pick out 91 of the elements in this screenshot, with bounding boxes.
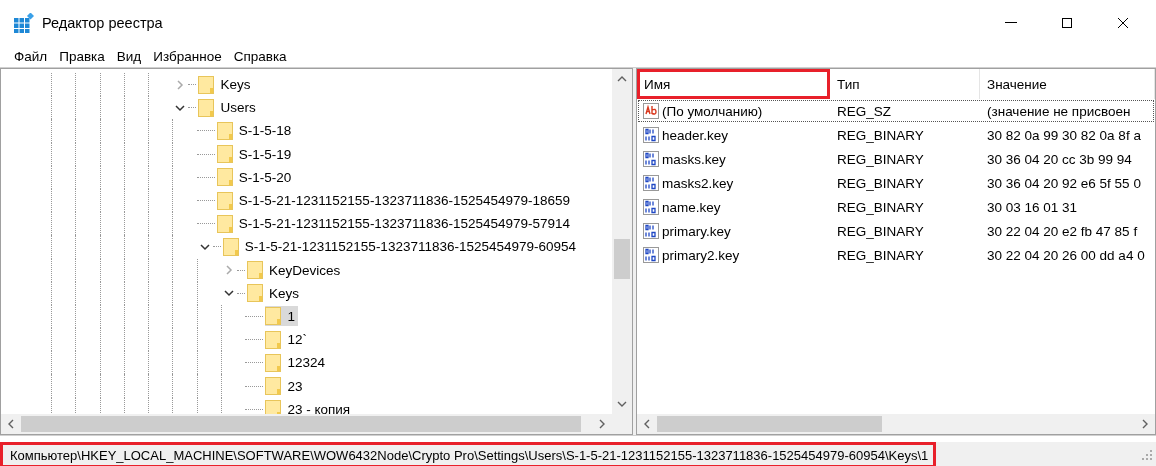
value-row[interactable]: (По умолчанию) REG_SZ (значение не присвоен [637, 99, 1155, 123]
folder-icon [265, 307, 282, 326]
value-type: REG_BINARY [836, 199, 925, 215]
value-name: primary.key [662, 223, 731, 239]
value-name: primary2.key [662, 247, 740, 263]
value-row[interactable]: masks.key REG_BINARY 30 36 04 20 cc 3b 99 94 [637, 147, 1155, 171]
value-data: 30 36 04 20 92 e6 5f 55 0 [986, 175, 1142, 191]
menu-item[interactable]: Правка [53, 48, 111, 64]
value-type: REG_BINARY [836, 151, 925, 167]
value-type: REG_BINARY [836, 175, 925, 191]
tree-item[interactable]: 12324 [265, 352, 328, 373]
tree-item[interactable]: S-1-5-18 [216, 120, 295, 141]
value-type: REG_SZ [836, 103, 892, 119]
arrow-left-icon [6, 419, 16, 429]
value-row[interactable]: header.key REG_BINARY 30 82 0a 99 30 82 0a 8f a [637, 123, 1155, 147]
value-type: REG_BINARY [836, 247, 925, 263]
value-type: REG_BINARY [836, 223, 925, 239]
tree-item[interactable]: S-1-5-20 [216, 167, 295, 188]
scroll-thumb[interactable] [21, 416, 581, 432]
value-data: (значение не присвоен [986, 103, 1132, 119]
binary-value-icon [643, 199, 659, 215]
tree-item[interactable]: 1 [265, 306, 298, 327]
horizontal-scrollbar[interactable] [637, 414, 1155, 434]
binary-value-icon [643, 247, 659, 263]
folder-icon [247, 284, 264, 303]
menu-item[interactable]: Избранное [147, 48, 228, 64]
value-row[interactable]: name.key REG_BINARY 30 03 16 01 31 [637, 195, 1155, 219]
arrow-left-icon [642, 419, 652, 429]
folder-icon [198, 98, 215, 117]
value-data: 30 03 16 01 31 [986, 199, 1079, 215]
folder-icon [265, 400, 282, 414]
tree-item[interactable]: S-1-5-19 [216, 144, 295, 165]
string-value-icon [643, 103, 659, 119]
value-data: 30 82 0a 99 30 82 0a 8f a [986, 127, 1142, 143]
arrow-right-icon [597, 419, 607, 429]
folder-icon [216, 121, 233, 140]
folder-icon [265, 353, 282, 372]
value-type: REG_BINARY [836, 127, 925, 143]
column-header[interactable]: Тип [830, 69, 980, 99]
minimize-icon [1005, 22, 1017, 23]
value-data: 30 36 04 20 cc 3b 99 94 [986, 151, 1133, 167]
value-name: masks2.key [662, 175, 734, 191]
value-data: 30 22 04 20 26 00 dd a4 0 [986, 247, 1146, 263]
tree-item[interactable]: S-1-5-21-1231152155-1323711836-1525454979-57914 [216, 213, 574, 234]
tree-item[interactable]: S-1-5-21-1231152155-1323711836-1525454979-60954 [222, 236, 580, 257]
binary-value-icon [643, 175, 659, 191]
folder-icon [216, 168, 233, 187]
value-row[interactable]: primary.key REG_BINARY 30 22 04 20 e2 fb 47 85 f [637, 219, 1155, 243]
tree-item[interactable]: 23 - копия [265, 399, 354, 414]
tree-item[interactable]: Keys [198, 74, 254, 95]
binary-value-icon [643, 151, 659, 167]
folder-icon [198, 75, 215, 94]
arrow-right-icon [1140, 419, 1150, 429]
folder-icon [216, 191, 233, 210]
tree-item[interactable]: 23 [265, 376, 306, 397]
arrow-down-icon [617, 399, 627, 409]
folder-icon [216, 214, 233, 233]
menu-item[interactable]: Вид [110, 48, 148, 64]
menu-item[interactable]: Справка [227, 48, 293, 64]
value-row[interactable]: primary2.key REG_BINARY 30 22 04 20 26 00 dd a4 0 [637, 243, 1155, 267]
maximize-icon [1061, 16, 1073, 29]
window-title: Редактор реестра [42, 14, 164, 31]
resize-grip-icon[interactable] [1142, 450, 1152, 460]
tree-item[interactable]: S-1-5-21-1231152155-1323711836-1525454979-18659 [216, 190, 574, 211]
tree-item[interactable]: KeyDevices [247, 260, 344, 281]
scroll-thumb[interactable] [657, 416, 882, 432]
column-header[interactable]: Имя [637, 69, 830, 99]
value-data: 30 22 04 20 e2 fb 47 85 f [986, 223, 1139, 239]
folder-icon [265, 377, 282, 396]
tree-item[interactable]: Keys [247, 283, 303, 304]
folder-icon [247, 261, 264, 280]
vertical-scrollbar[interactable] [612, 69, 632, 414]
folder-icon [265, 330, 282, 349]
value-row[interactable]: masks2.key REG_BINARY 30 36 04 20 92 e6 5f 55 0 [637, 171, 1155, 195]
binary-value-icon [643, 127, 659, 143]
value-name: header.key [662, 127, 729, 143]
binary-value-icon [643, 223, 659, 239]
column-header[interactable]: Значение [980, 69, 1155, 99]
arrow-up-icon [617, 74, 627, 84]
menu-item[interactable]: Файл [8, 48, 54, 64]
close-icon [1117, 16, 1129, 29]
registry-editor-icon [14, 12, 34, 33]
value-name: masks.key [662, 151, 726, 167]
tree-item[interactable]: 12` [265, 329, 310, 350]
value-name: (По умолчанию) [662, 103, 763, 119]
folder-icon [222, 237, 239, 256]
value-name: name.key [662, 199, 721, 215]
scroll-thumb[interactable] [614, 239, 630, 279]
key-path: Компьютер\HKEY_LOCAL_MACHINE\SOFTWARE\WOW6432Node\Crypto Pro\Settings\Users\S-1-5-21-1231152155-1323711836-1525454979-60954\Keys\1 [0, 442, 937, 466]
tree-item[interactable]: Users [198, 97, 259, 118]
folder-icon [216, 145, 233, 164]
